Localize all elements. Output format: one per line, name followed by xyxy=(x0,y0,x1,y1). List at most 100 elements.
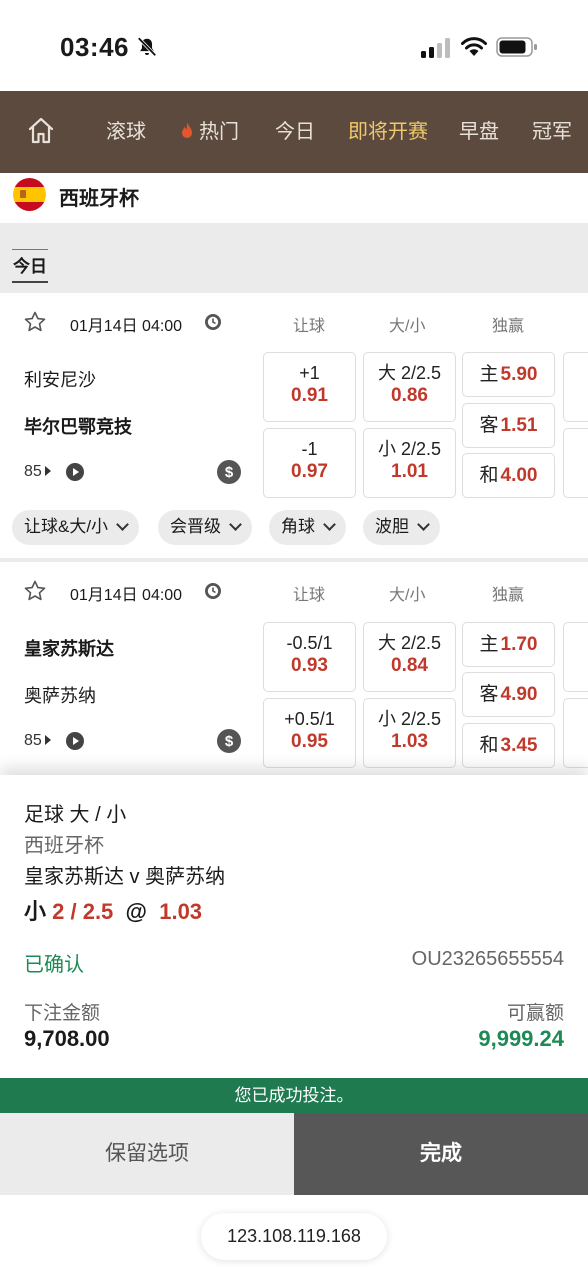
moneyline-label: 和 xyxy=(479,735,499,756)
column-header-over-under: 大/小 xyxy=(389,587,426,604)
star-icon[interactable] xyxy=(23,310,47,334)
tab-today[interactable]: 今日 xyxy=(12,249,48,283)
filter-corners[interactable]: 角球 xyxy=(269,510,346,545)
stake-amount: 9,708.00 xyxy=(24,1026,110,1051)
column-header-handicap: 让球 xyxy=(293,587,326,604)
over-under-line: 小 2/2.5 xyxy=(377,439,442,459)
nav-tab-live[interactable]: 滚球 xyxy=(106,91,146,173)
nav-tab-hot[interactable]: 热门 xyxy=(179,91,239,173)
match-datetime: 01月14日 04:00 xyxy=(70,318,183,335)
moneyline-label: 客 xyxy=(479,415,499,436)
moneyline-home[interactable]: 主 1.70 xyxy=(462,622,555,667)
chevron-down-icon xyxy=(229,518,242,531)
signal-icon xyxy=(421,38,450,58)
filter-handicap-ou[interactable]: 让球&大/小 xyxy=(12,510,140,545)
bet-match: 皇家苏斯达 v 奥萨苏纳 xyxy=(24,866,226,888)
handicap-home-odds[interactable]: +1 0.91 xyxy=(263,352,356,422)
handicap-odds: 0.95 xyxy=(291,731,328,752)
dollar-icon[interactable]: $ xyxy=(217,460,241,484)
under-odds[interactable]: 小 2/2.5 1.03 xyxy=(363,698,456,768)
league-header[interactable]: 西班牙杯 xyxy=(0,173,588,223)
match-card: 01月14日 04:00 让球 大/小 独赢 皇家苏斯达 奥萨苏纳 85 $ -… xyxy=(0,562,588,775)
moneyline-away[interactable]: 客 4.90 xyxy=(462,672,555,717)
extra-market-box[interactable] xyxy=(563,698,588,768)
clock-icon xyxy=(205,314,221,330)
filter-qualify[interactable]: 会晋级 xyxy=(158,510,252,545)
more-markets-count-value: 85 xyxy=(24,463,42,480)
moneyline-odds: 5.90 xyxy=(500,364,538,385)
stake-label: 下注金额 xyxy=(24,1003,101,1024)
moneyline-label: 客 xyxy=(479,684,499,705)
chevron-down-icon xyxy=(417,518,430,531)
moneyline-odds: 1.70 xyxy=(500,634,538,655)
handicap-line: -1 xyxy=(301,439,318,459)
filter-correct-score[interactable]: 波胆 xyxy=(363,510,440,545)
away-team: 奥萨苏纳 xyxy=(24,686,96,706)
moneyline-odds: 4.90 xyxy=(500,684,538,705)
filter-label: 波胆 xyxy=(375,517,409,536)
column-header-moneyline: 独赢 xyxy=(492,587,525,604)
filter-label: 让球&大/小 xyxy=(24,517,109,536)
keep-selection-button[interactable]: 保留选项 xyxy=(0,1113,294,1195)
over-odds[interactable]: 大 2/2.5 0.84 xyxy=(363,622,456,692)
over-odds[interactable]: 大 2/2.5 0.86 xyxy=(363,352,456,422)
chevron-down-icon xyxy=(323,518,336,531)
moneyline-odds: 3.45 xyxy=(500,735,538,756)
dollar-icon[interactable]: $ xyxy=(217,729,241,753)
moneyline-label: 和 xyxy=(479,465,499,486)
svg-text:$: $ xyxy=(225,464,234,481)
moneyline-draw[interactable]: 和 4.00 xyxy=(462,453,555,498)
market-filter-row: 让球&大/小 会晋级 角球 波胆 xyxy=(0,510,588,545)
handicap-odds: 0.93 xyxy=(291,655,328,676)
moneyline-home[interactable]: 主 5.90 xyxy=(462,352,555,397)
done-button[interactable]: 完成 xyxy=(294,1113,588,1195)
home-icon[interactable] xyxy=(28,117,54,145)
handicap-line: -0.5/1 xyxy=(286,633,333,653)
clock-icon xyxy=(205,583,221,599)
star-icon[interactable] xyxy=(23,579,47,603)
handicap-line: +0.5/1 xyxy=(284,709,335,729)
handicap-home-odds[interactable]: -0.5/1 0.93 xyxy=(263,622,356,692)
top-nav: 滚球 热门 今日 即将开赛 早盘 冠军 xyxy=(0,91,588,173)
moneyline-odds: 4.00 xyxy=(500,465,538,486)
payout-amount: 9,999.24 xyxy=(478,1026,564,1051)
extra-market-box[interactable] xyxy=(563,352,588,422)
play-icon[interactable] xyxy=(66,732,84,750)
over-under-line: 大 2/2.5 xyxy=(377,633,442,653)
over-under-odds: 1.03 xyxy=(391,731,428,752)
column-header-moneyline: 独赢 xyxy=(492,318,525,335)
moneyline-draw[interactable]: 和 3.45 xyxy=(462,723,555,768)
bet-at-symbol: @ xyxy=(125,899,147,924)
nav-tab-upcoming[interactable]: 即将开赛 xyxy=(348,91,428,173)
match-datetime: 01月14日 04:00 xyxy=(70,587,183,604)
extra-market-box[interactable] xyxy=(563,622,588,692)
over-under-odds: 0.86 xyxy=(391,385,428,406)
extra-market-box[interactable] xyxy=(563,428,588,498)
over-under-line: 大 2/2.5 xyxy=(377,363,442,383)
fire-icon xyxy=(182,122,192,138)
handicap-away-odds[interactable]: +0.5/1 0.95 xyxy=(263,698,356,768)
under-odds[interactable]: 小 2/2.5 1.01 xyxy=(363,428,456,498)
more-markets-count[interactable]: 85 xyxy=(24,463,51,481)
column-header-handicap: 让球 xyxy=(293,318,326,335)
moneyline-label: 主 xyxy=(479,364,499,385)
away-team: 毕尔巴鄂竞技 xyxy=(24,417,132,437)
wifi-icon xyxy=(461,37,487,56)
home-team: 利安尼沙 xyxy=(24,370,96,390)
play-icon[interactable] xyxy=(66,463,84,481)
chevron-down-icon xyxy=(116,518,129,531)
day-filter-bar: 今日 xyxy=(0,223,588,293)
bet-status: 已确认 xyxy=(24,954,84,976)
nav-tab-early[interactable]: 早盘 xyxy=(459,91,499,173)
nav-tab-outright[interactable]: 冠军 xyxy=(532,91,572,173)
bet-handicap-line: 2 / 2.5 xyxy=(52,899,114,924)
nav-tab-today[interactable]: 今日 xyxy=(275,91,315,173)
battery-icon xyxy=(496,37,537,57)
more-markets-count[interactable]: 85 xyxy=(24,732,51,750)
home-team: 皇家苏斯达 xyxy=(24,639,114,659)
moneyline-away[interactable]: 客 1.51 xyxy=(462,403,555,448)
status-time: 03:46 xyxy=(60,32,129,62)
handicap-away-odds[interactable]: -1 0.97 xyxy=(263,428,356,498)
url-field[interactable]: 123.108.119.168 xyxy=(201,1213,387,1260)
filter-label: 会晋级 xyxy=(170,517,221,536)
